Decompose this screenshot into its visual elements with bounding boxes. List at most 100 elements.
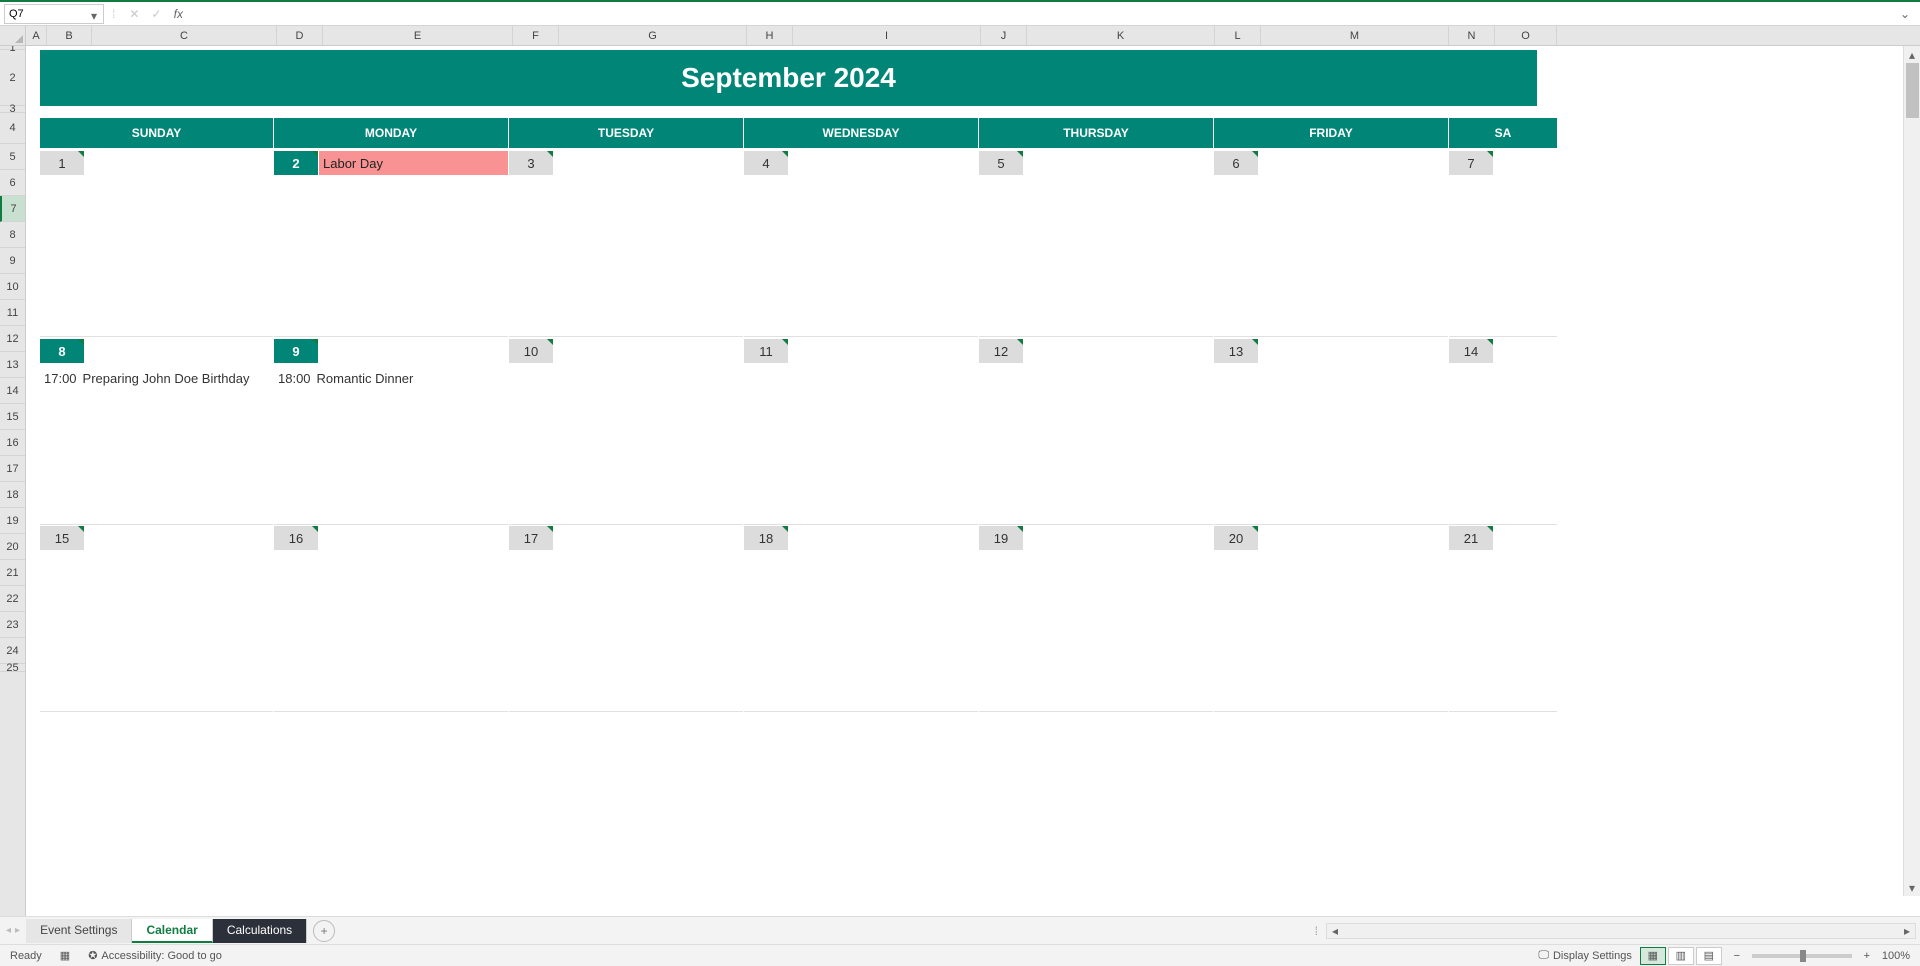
- view-page-break-button[interactable]: ▤: [1696, 947, 1722, 965]
- day-body[interactable]: [1449, 550, 1557, 711]
- display-settings-icon[interactable]: 🖵: [1538, 949, 1549, 962]
- day-body[interactable]: 17:00Preparing John Doe Birthday: [40, 363, 273, 524]
- vertical-scroll-thumb[interactable]: [1906, 63, 1919, 118]
- column-header-O[interactable]: O: [1495, 26, 1557, 45]
- calendar-day-17[interactable]: 17: [509, 525, 743, 712]
- day-body[interactable]: [1449, 175, 1557, 336]
- column-header-A[interactable]: A: [26, 26, 47, 45]
- column-header-C[interactable]: C: [92, 26, 277, 45]
- row-header-14[interactable]: 14: [0, 378, 25, 404]
- day-body[interactable]: [1449, 363, 1557, 524]
- view-normal-button[interactable]: ▦: [1640, 947, 1666, 965]
- calendar-day-6[interactable]: 6: [1214, 150, 1448, 337]
- row-header-9[interactable]: 9: [0, 248, 25, 274]
- zoom-level[interactable]: 100%: [1882, 950, 1910, 962]
- name-box-input[interactable]: [9, 8, 99, 20]
- row-header-5[interactable]: 5: [0, 144, 25, 170]
- column-header-L[interactable]: L: [1215, 26, 1261, 45]
- sheet-tab-calendar[interactable]: Calendar: [132, 919, 212, 943]
- day-body[interactable]: [979, 550, 1213, 711]
- zoom-slider[interactable]: [1752, 954, 1852, 958]
- row-header-21[interactable]: 21: [0, 560, 25, 586]
- calendar-event[interactable]: 17:00Preparing John Doe Birthday: [44, 371, 269, 386]
- formula-expand-icon[interactable]: ⌄: [1896, 5, 1914, 23]
- column-header-K[interactable]: K: [1027, 26, 1215, 45]
- day-body[interactable]: [40, 550, 273, 711]
- row-header-23[interactable]: 23: [0, 612, 25, 638]
- display-settings-label[interactable]: Display Settings: [1553, 950, 1632, 962]
- calendar-day-15[interactable]: 15: [40, 525, 273, 712]
- day-body[interactable]: [979, 175, 1213, 336]
- scroll-left-icon[interactable]: ◂: [1327, 924, 1343, 938]
- calendar-day-16[interactable]: 16: [274, 525, 508, 712]
- row-header-15[interactable]: 15: [0, 404, 25, 430]
- calendar-day-3[interactable]: 3: [509, 150, 743, 337]
- calendar-day-21[interactable]: 21: [1449, 525, 1557, 712]
- row-header-25[interactable]: 25: [0, 664, 25, 672]
- calendar-day-2[interactable]: 2: [274, 150, 508, 337]
- vertical-scrollbar[interactable]: ▴ ▾: [1903, 46, 1920, 896]
- accessibility-icon[interactable]: ✪: [88, 949, 97, 962]
- row-header-4[interactable]: 4: [0, 113, 25, 144]
- day-body[interactable]: [40, 175, 273, 336]
- row-header-12[interactable]: 12: [0, 326, 25, 352]
- calendar-day-20[interactable]: 20: [1214, 525, 1448, 712]
- scroll-down-icon[interactable]: ▾: [1904, 879, 1920, 896]
- calendar-day-7[interactable]: 7: [1449, 150, 1557, 337]
- calendar-day-4[interactable]: 4: [744, 150, 978, 337]
- name-box-dropdown-icon[interactable]: ▾: [91, 9, 101, 19]
- calendar-day-10[interactable]: 10: [509, 338, 743, 525]
- calendar-day-9[interactable]: 918:00Romantic Dinner: [274, 338, 508, 525]
- sheet-tab-calculations[interactable]: Calculations: [213, 919, 307, 943]
- tab-first-icon[interactable]: ◂: [6, 925, 11, 936]
- calendar-day-12[interactable]: 12: [979, 338, 1213, 525]
- calendar-event[interactable]: 18:00Romantic Dinner: [278, 371, 504, 386]
- zoom-out-button[interactable]: −: [1730, 950, 1744, 962]
- column-header-N[interactable]: N: [1449, 26, 1495, 45]
- sheet-tab-event-settings[interactable]: Event Settings: [26, 919, 132, 943]
- column-header-E[interactable]: E: [323, 26, 513, 45]
- name-box[interactable]: ▾: [4, 4, 104, 24]
- day-body[interactable]: 18:00Romantic Dinner: [274, 363, 508, 524]
- horizontal-scrollbar[interactable]: ◂ ▸: [1326, 923, 1916, 939]
- fx-icon[interactable]: fx: [169, 5, 187, 23]
- calendar-day-19[interactable]: 19: [979, 525, 1213, 712]
- day-body[interactable]: [1214, 175, 1448, 336]
- add-sheet-button[interactable]: +: [313, 920, 335, 942]
- calendar-day-13[interactable]: 13: [1214, 338, 1448, 525]
- column-header-B[interactable]: B: [47, 26, 92, 45]
- row-header-7[interactable]: 7: [0, 196, 25, 222]
- day-body[interactable]: [274, 550, 508, 711]
- column-header-D[interactable]: D: [277, 26, 323, 45]
- scroll-up-icon[interactable]: ▴: [1904, 46, 1920, 63]
- row-header-11[interactable]: 11: [0, 300, 25, 326]
- day-body[interactable]: [1214, 363, 1448, 524]
- view-page-layout-button[interactable]: ▥: [1668, 947, 1694, 965]
- row-header-20[interactable]: 20: [0, 534, 25, 560]
- column-header-J[interactable]: J: [981, 26, 1027, 45]
- calendar-day-18[interactable]: 18: [744, 525, 978, 712]
- row-header-13[interactable]: 13: [0, 352, 25, 378]
- horizontal-scroll-thumb[interactable]: [1343, 924, 1899, 938]
- day-body[interactable]: [744, 175, 978, 336]
- row-header-16[interactable]: 16: [0, 430, 25, 456]
- tab-scroll-separator[interactable]: ⁞: [1315, 924, 1318, 938]
- day-body[interactable]: [744, 550, 978, 711]
- row-header-10[interactable]: 10: [0, 274, 25, 300]
- column-header-I[interactable]: I: [793, 26, 981, 45]
- day-body[interactable]: [509, 175, 743, 336]
- recorder-icon[interactable]: ▦: [60, 949, 70, 962]
- row-header-3[interactable]: 3: [0, 106, 25, 113]
- calendar-day-11[interactable]: 11: [744, 338, 978, 525]
- row-header-2[interactable]: 2: [0, 50, 25, 106]
- column-header-G[interactable]: G: [559, 26, 747, 45]
- row-header-18[interactable]: 18: [0, 482, 25, 508]
- row-header-22[interactable]: 22: [0, 586, 25, 612]
- formula-input[interactable]: [189, 4, 1896, 24]
- calendar-day-5[interactable]: 5: [979, 150, 1213, 337]
- row-header-8[interactable]: 8: [0, 222, 25, 248]
- row-header-19[interactable]: 19: [0, 508, 25, 534]
- select-all-button[interactable]: [0, 26, 26, 45]
- day-body[interactable]: [509, 550, 743, 711]
- calendar-day-14[interactable]: 14: [1449, 338, 1557, 525]
